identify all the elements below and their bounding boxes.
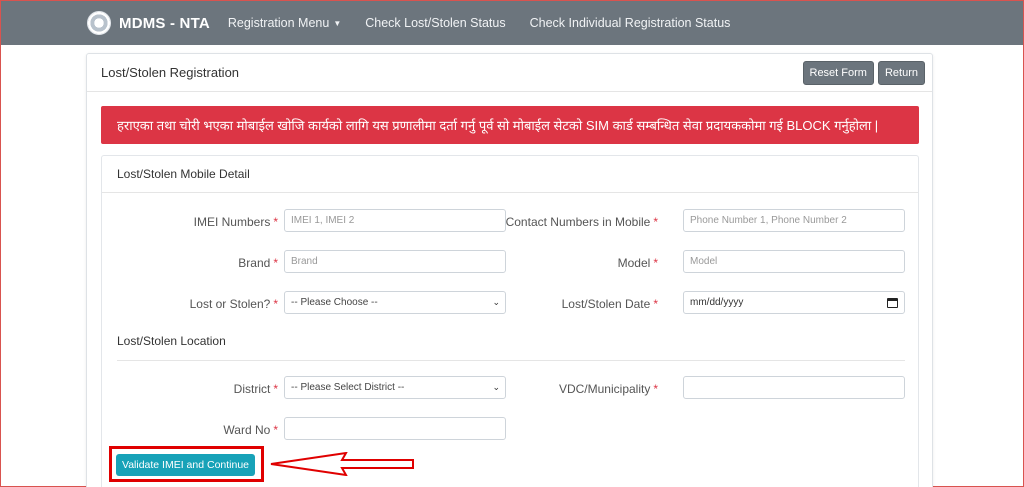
brand-input[interactable]: Brand: [284, 250, 506, 273]
model-input[interactable]: Model: [683, 250, 905, 273]
required-mark: *: [653, 215, 658, 229]
header-buttons: Reset Form Return: [802, 60, 925, 85]
chevron-down-icon: ⌄: [492, 297, 500, 307]
return-button[interactable]: Return: [877, 60, 925, 85]
nav-registration-menu-label: Registration Menu: [227, 16, 330, 30]
imei-label-text: IMEI Numbers: [193, 215, 271, 229]
nav-check-lost-stolen-status[interactable]: Check Lost/Stolen Status: [365, 16, 505, 30]
nta-logo-icon: [87, 11, 111, 35]
required-mark: *: [653, 256, 658, 270]
required-mark: *: [653, 382, 658, 396]
navbar: MDMS - NTA Registration Menu ▼ Check Los…: [1, 1, 1023, 45]
location-heading: Lost/Stolen Location: [117, 334, 226, 348]
contact-label-text: Contact Numbers in Mobile: [505, 215, 651, 229]
vdc-municipality-input[interactable]: [683, 376, 905, 399]
district-label-text: District: [233, 382, 271, 396]
nav-check-individual-registration-status[interactable]: Check Individual Registration Status: [530, 16, 731, 30]
calendar-icon[interactable]: [887, 297, 898, 308]
nav-registration-menu[interactable]: Registration Menu ▼: [228, 16, 341, 30]
ward-label: Ward No *: [223, 423, 278, 437]
lost-stolen-date-input[interactable]: mm/dd/yyyy: [683, 291, 905, 314]
nav-links: Registration Menu ▼ Check Lost/Stolen St…: [228, 16, 755, 30]
location-divider: [117, 360, 905, 361]
mobile-detail-heading: Lost/Stolen Mobile Detail: [102, 156, 918, 193]
required-mark: *: [653, 297, 658, 311]
lost-or-stolen-value: -- Please Choose --: [291, 297, 378, 308]
sim-block-alert: हराएका तथा चोरी भएका मोबाईल खोजि कार्यको…: [101, 106, 919, 144]
imei-label: IMEI Numbers *: [194, 215, 278, 229]
vdc-label: VDC/Municipality *: [559, 382, 658, 396]
ward-label-text: Ward No: [223, 423, 271, 437]
form-row-lost-date: Lost or Stolen? * -- Please Choose -- ⌄ L…: [102, 291, 920, 315]
lost-or-stolen-label: Lost or Stolen? *: [190, 297, 278, 311]
brand-label-text: Brand: [238, 256, 271, 270]
validate-imei-button[interactable]: Validate IMEI and Continue: [116, 454, 255, 476]
brand[interactable]: MDMS - NTA: [87, 11, 210, 35]
ward-no-input[interactable]: [284, 417, 506, 440]
form-row-imei-contact: IMEI Numbers * IMEI 1, IMEI 2 Contact Num…: [102, 209, 920, 233]
model-label: Model *: [618, 256, 658, 270]
form-row-brand-model: Brand * Brand Model * Model: [102, 250, 920, 274]
required-mark: *: [273, 256, 278, 270]
lost-or-stolen-select[interactable]: -- Please Choose -- ⌄: [284, 291, 506, 314]
lost-or-stolen-label-text: Lost or Stolen?: [189, 297, 271, 311]
vdc-label-text: VDC/Municipality: [558, 382, 651, 396]
registration-card: Lost/Stolen Registration Reset Form Retu…: [86, 53, 933, 487]
district-select[interactable]: -- Please Select District -- ⌄: [284, 376, 506, 399]
card-header: Lost/Stolen Registration Reset Form Retu…: [87, 54, 932, 92]
form-row-ward: Ward No *: [102, 417, 920, 441]
form-row-district-vdc: District * -- Please Select District -- ⌄…: [102, 376, 920, 400]
annotation-arrow-icon: [270, 452, 414, 476]
caret-down-icon: ▼: [333, 18, 342, 28]
chevron-down-icon: ⌄: [492, 382, 500, 392]
date-value: mm/dd/yyyy: [690, 297, 744, 308]
required-mark: *: [273, 382, 278, 396]
imei-input[interactable]: IMEI 1, IMEI 2: [284, 209, 506, 232]
required-mark: *: [273, 215, 278, 229]
lost-stolen-date-label: Lost/Stolen Date *: [562, 297, 658, 311]
district-label: District *: [234, 382, 278, 396]
contact-label: Contact Numbers in Mobile *: [506, 215, 658, 229]
required-mark: *: [273, 297, 278, 311]
brand-label: Brand *: [238, 256, 278, 270]
district-value: -- Please Select District --: [291, 382, 405, 393]
page-title: Lost/Stolen Registration: [101, 65, 240, 80]
reset-form-button[interactable]: Reset Form: [802, 60, 874, 85]
model-label-text: Model: [617, 256, 651, 270]
brand-text: MDMS - NTA: [119, 14, 210, 32]
mobile-detail-panel: Lost/Stolen Mobile Detail IMEI Numbers * …: [101, 155, 919, 487]
contact-numbers-input[interactable]: Phone Number 1, Phone Number 2: [683, 209, 905, 232]
required-mark: *: [273, 423, 278, 437]
lost-stolen-date-label-text: Lost/Stolen Date: [561, 297, 651, 311]
